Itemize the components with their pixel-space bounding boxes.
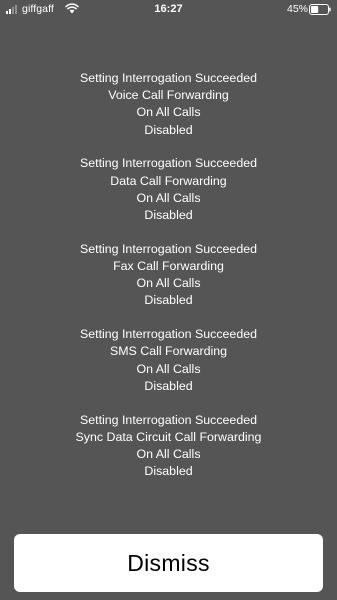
mmi-result-message: Setting Interrogation Succeeded Voice Ca…: [0, 70, 337, 497]
battery-percentage: 45%: [286, 3, 308, 15]
service-line: Data Call Forwarding: [110, 173, 227, 188]
status-line: Setting Interrogation Succeeded: [79, 156, 258, 171]
battery-icon: [309, 4, 331, 15]
service-line: Sync Data Circuit Call Forwarding: [75, 429, 262, 444]
status-line: Setting Interrogation Succeeded: [79, 241, 258, 256]
forwarding-result-fax: Setting Interrogation Succeeded Fax Call…: [0, 241, 337, 310]
forwarding-result-data: Setting Interrogation Succeeded Data Cal…: [0, 155, 337, 224]
state-line: Disabled: [144, 464, 193, 479]
status-line: Setting Interrogation Succeeded: [79, 327, 258, 342]
state-line: Disabled: [144, 122, 193, 137]
dismiss-button-label: Dismiss: [127, 549, 210, 576]
status-bar: giffgaff 16:27 45%: [0, 0, 337, 20]
status-line: Setting Interrogation Succeeded: [79, 412, 258, 427]
status-line: Setting Interrogation Succeeded: [79, 71, 258, 85]
dismiss-button[interactable]: Dismiss: [14, 534, 323, 592]
condition-line: On All Calls: [136, 190, 201, 205]
service-line: SMS Call Forwarding: [109, 344, 228, 359]
forwarding-result-sync-data: Setting Interrogation Succeeded Sync Dat…: [0, 412, 337, 481]
condition-line: On All Calls: [136, 105, 201, 120]
state-line: Disabled: [144, 378, 193, 393]
condition-line: On All Calls: [136, 447, 201, 462]
service-line: Fax Call Forwarding: [113, 259, 224, 274]
state-line: Disabled: [144, 293, 193, 308]
condition-line: On All Calls: [136, 276, 201, 291]
forwarding-result-voice: Setting Interrogation Succeeded Voice Ca…: [0, 70, 337, 139]
service-line: Voice Call Forwarding: [108, 88, 229, 103]
forwarding-result-sms: Setting Interrogation Succeeded SMS Call…: [0, 326, 337, 395]
state-line: Disabled: [144, 208, 193, 223]
condition-line: On All Calls: [136, 361, 201, 376]
